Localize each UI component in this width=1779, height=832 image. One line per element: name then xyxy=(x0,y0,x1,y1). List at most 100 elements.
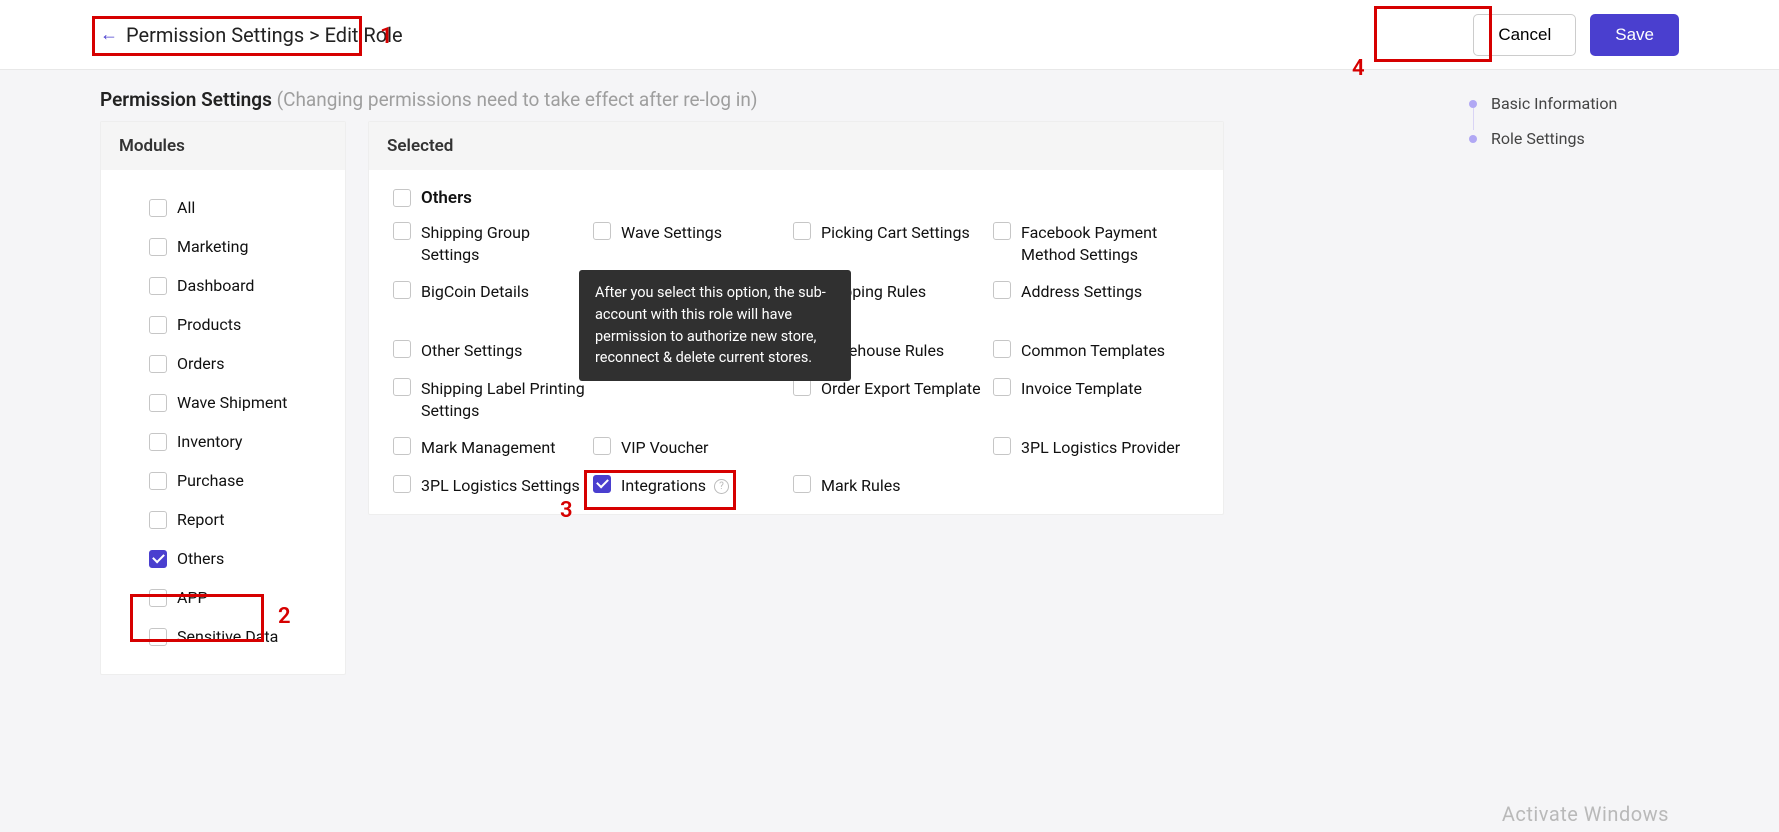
perm-item[interactable]: Mark Management xyxy=(393,437,589,459)
checkbox-icon[interactable] xyxy=(993,437,1011,455)
checkbox-icon[interactable] xyxy=(393,222,411,240)
nav-basic-information[interactable]: Basic Information xyxy=(1469,86,1669,121)
checkbox-icon[interactable] xyxy=(393,475,411,493)
topbar: ← Permission Settings > Edit Role Cancel… xyxy=(0,0,1779,70)
checkbox-icon[interactable] xyxy=(149,277,167,295)
module-label: Dashboard xyxy=(177,276,254,295)
module-item-report[interactable]: Report xyxy=(101,500,345,539)
breadcrumb: ← Permission Settings > Edit Role xyxy=(100,23,403,47)
module-item-inventory[interactable]: Inventory xyxy=(101,422,345,461)
checkbox-icon[interactable] xyxy=(149,394,167,412)
checkbox-icon[interactable] xyxy=(149,589,167,607)
perm-label: 3PL Logistics Settings xyxy=(421,475,580,497)
perm-item[interactable]: BigCoin Details xyxy=(393,281,589,324)
module-label: Others xyxy=(177,549,224,568)
breadcrumb-text[interactable]: Permission Settings > Edit Role xyxy=(126,23,403,47)
module-item-all[interactable]: All xyxy=(101,188,345,227)
module-item-orders[interactable]: Orders xyxy=(101,344,345,383)
module-label: Wave Shipment xyxy=(177,393,287,412)
action-buttons: Cancel Save xyxy=(1473,14,1679,56)
perm-label: Wave Settings xyxy=(621,222,722,244)
perm-item[interactable]: Shipping Label Printing Settings xyxy=(393,378,589,421)
module-label: Marketing xyxy=(177,237,248,256)
module-item-app[interactable]: APP xyxy=(101,578,345,617)
perm-item[interactable]: Mark Rules xyxy=(793,475,989,497)
checkbox-icon[interactable] xyxy=(149,199,167,217)
perm-item[interactable]: 3PL Logistics Provider xyxy=(993,437,1189,459)
checkbox-icon[interactable] xyxy=(149,355,167,373)
nav-label: Basic Information xyxy=(1491,94,1617,113)
checkbox-icon[interactable] xyxy=(793,475,811,493)
checkbox-icon[interactable] xyxy=(149,550,167,568)
back-arrow-icon[interactable]: ← xyxy=(100,24,118,45)
modules-panel: Modules All Marketing Dashboard Products… xyxy=(100,121,346,675)
checkbox-icon[interactable] xyxy=(393,189,411,207)
perm-label: Other Settings xyxy=(421,340,522,362)
module-item-purchase[interactable]: Purchase xyxy=(101,461,345,500)
save-button[interactable]: Save xyxy=(1590,14,1679,56)
perm-item[interactable]: Other Settings xyxy=(393,340,589,362)
perm-label: VIP Voucher xyxy=(621,437,708,459)
help-icon[interactable]: ? xyxy=(714,479,729,494)
checkbox-icon[interactable] xyxy=(393,340,411,358)
perm-label: Shipping Group Settings xyxy=(421,222,589,265)
checkbox-icon[interactable] xyxy=(149,316,167,334)
nav-role-settings[interactable]: Role Settings xyxy=(1469,121,1669,156)
checkbox-icon[interactable] xyxy=(993,378,1011,396)
perm-label: Mark Management xyxy=(421,437,555,459)
perm-item[interactable]: Shipping Group Settings xyxy=(393,222,589,265)
annotation-label-3: 3 xyxy=(560,498,573,523)
modules-header: Modules xyxy=(101,122,345,170)
section-title: Permission Settings xyxy=(100,88,272,111)
module-item-sensitive-data[interactable]: Sensitive Data xyxy=(101,617,345,656)
perm-item[interactable]: VIP Voucher xyxy=(593,437,789,459)
perm-label: Shipping Label Printing Settings xyxy=(421,378,589,421)
module-item-dashboard[interactable]: Dashboard xyxy=(101,266,345,305)
perm-item-integrations[interactable]: Integrations ? xyxy=(593,475,789,497)
perm-item[interactable]: Picking Cart Settings xyxy=(793,222,989,265)
module-item-marketing[interactable]: Marketing xyxy=(101,227,345,266)
perm-item[interactable]: 3PL Logistics Settings xyxy=(393,475,589,497)
checkbox-icon[interactable] xyxy=(593,437,611,455)
checkbox-icon[interactable] xyxy=(149,433,167,451)
module-item-others[interactable]: Others xyxy=(101,539,345,578)
module-item-products[interactable]: Products xyxy=(101,305,345,344)
perm-item[interactable]: Address Settings xyxy=(993,281,1189,324)
checkbox-icon[interactable] xyxy=(793,222,811,240)
main-content: Modules All Marketing Dashboard Products… xyxy=(0,121,1779,675)
checkbox-icon[interactable] xyxy=(593,222,611,240)
checkbox-icon[interactable] xyxy=(149,628,167,646)
cancel-button[interactable]: Cancel xyxy=(1473,14,1576,56)
section-note: (Changing permissions need to take effec… xyxy=(277,88,758,111)
perm-item[interactable]: Invoice Template xyxy=(993,378,1189,421)
module-item-wave-shipment[interactable]: Wave Shipment xyxy=(101,383,345,422)
perm-label-text: Integrations xyxy=(621,476,706,495)
checkbox-icon[interactable] xyxy=(993,222,1011,240)
checkbox-icon[interactable] xyxy=(993,281,1011,299)
perm-item[interactable]: Wave Settings xyxy=(593,222,789,265)
annotation-label-1: 1 xyxy=(380,24,393,49)
module-label: Inventory xyxy=(177,432,243,451)
checkbox-icon[interactable] xyxy=(393,437,411,455)
perm-label: Common Templates xyxy=(1021,340,1165,362)
annotation-label-2: 2 xyxy=(278,604,291,629)
module-label: Products xyxy=(177,315,241,334)
perm-item[interactable]: Common Templates xyxy=(993,340,1189,362)
group-title-row[interactable]: Others xyxy=(393,188,1199,208)
checkbox-icon[interactable] xyxy=(149,238,167,256)
perm-label: Picking Cart Settings xyxy=(821,222,970,244)
module-label: APP xyxy=(177,588,208,607)
checkbox-icon[interactable] xyxy=(593,475,611,493)
selected-panel: Selected Others Shipping Group Settings … xyxy=(368,121,1224,515)
integrations-tooltip: After you select this option, the sub-ac… xyxy=(579,270,851,381)
dot-icon xyxy=(1469,135,1477,143)
checkbox-icon[interactable] xyxy=(393,378,411,396)
perm-label: Integrations ? xyxy=(621,475,729,497)
perm-item[interactable]: Order Export Template xyxy=(793,378,989,421)
checkbox-icon[interactable] xyxy=(149,511,167,529)
perm-item[interactable]: Facebook Payment Method Settings xyxy=(993,222,1189,265)
checkbox-icon[interactable] xyxy=(149,472,167,490)
modules-list: All Marketing Dashboard Products Orders … xyxy=(101,170,345,674)
checkbox-icon[interactable] xyxy=(393,281,411,299)
checkbox-icon[interactable] xyxy=(993,340,1011,358)
